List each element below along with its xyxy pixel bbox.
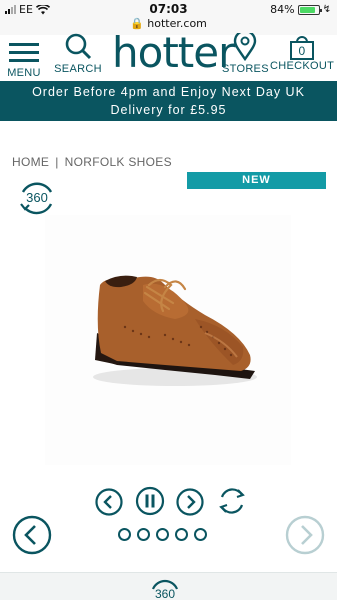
carousel-left-arrow[interactable] <box>12 515 52 560</box>
search-icon <box>65 33 92 60</box>
carousel-dot[interactable] <box>137 528 150 541</box>
menu-button[interactable]: MENU <box>6 35 42 79</box>
pause-icon <box>135 486 165 516</box>
product-image[interactable] <box>45 215 291 465</box>
breadcrumb: HOME | NORFOLK SHOES <box>12 155 172 169</box>
carousel-dot[interactable] <box>175 528 188 541</box>
search-label: SEARCH <box>54 63 102 75</box>
tan-brogue-shoe-image <box>93 275 257 386</box>
site-header: MENU SEARCH hotter STORES 0 CHECKOUT <box>0 29 337 81</box>
checkout-button[interactable]: 0 CHECKOUT <box>270 35 334 72</box>
next-image-button[interactable] <box>176 488 204 521</box>
carousel-dot[interactable] <box>156 528 169 541</box>
pause-button[interactable] <box>135 486 165 521</box>
carousel-dots <box>118 528 207 541</box>
view-360-label: 360 <box>26 190 48 205</box>
chevron-right-icon <box>285 515 325 555</box>
next-icon <box>176 488 204 516</box>
carousel-right-arrow[interactable] <box>285 515 325 560</box>
carousel-dot[interactable] <box>194 528 207 541</box>
stores-label: STORES <box>222 63 269 75</box>
battery-status: 84% ↯ <box>270 3 331 16</box>
basket-icon: 0 <box>289 36 315 60</box>
hamburger-icon <box>9 43 39 62</box>
promo-line-1: Order Before 4pm and Enjoy Next Day UK <box>32 85 305 99</box>
menu-label: MENU <box>7 67 41 79</box>
battery-percent: 84% <box>270 3 295 16</box>
chevron-left-icon <box>12 515 52 555</box>
promo-line-2: Delivery for £5.95 <box>110 103 227 117</box>
footer-360-label: 360 <box>154 587 176 600</box>
view-360-button[interactable]: 360 <box>17 178 57 218</box>
promo-banner[interactable]: Order Before 4pm and Enjoy Next Day UK D… <box>0 81 337 121</box>
stores-button[interactable]: STORES <box>222 29 269 75</box>
prev-image-button[interactable] <box>95 488 123 521</box>
breadcrumb-separator: | <box>55 155 59 169</box>
breadcrumb-home[interactable]: HOME <box>12 155 49 169</box>
battery-icon <box>297 4 322 15</box>
charging-icon: ↯ <box>322 4 331 15</box>
cart-count: 0 <box>298 44 306 58</box>
breadcrumb-current: NORFOLK SHOES <box>64 155 172 169</box>
location-pin-icon <box>233 29 257 62</box>
footer-360-button[interactable]: 360 <box>148 577 182 600</box>
hotter-logo[interactable]: hotter <box>112 29 235 77</box>
carousel-dot[interactable] <box>118 528 131 541</box>
checkout-label: CHECKOUT <box>270 60 335 72</box>
prev-icon <box>95 488 123 516</box>
replay-icon <box>219 488 245 514</box>
search-button[interactable]: SEARCH <box>54 33 102 75</box>
bottom-bar: 360 <box>0 572 337 600</box>
replay-button[interactable] <box>216 485 248 522</box>
new-badge: NEW <box>187 172 326 189</box>
